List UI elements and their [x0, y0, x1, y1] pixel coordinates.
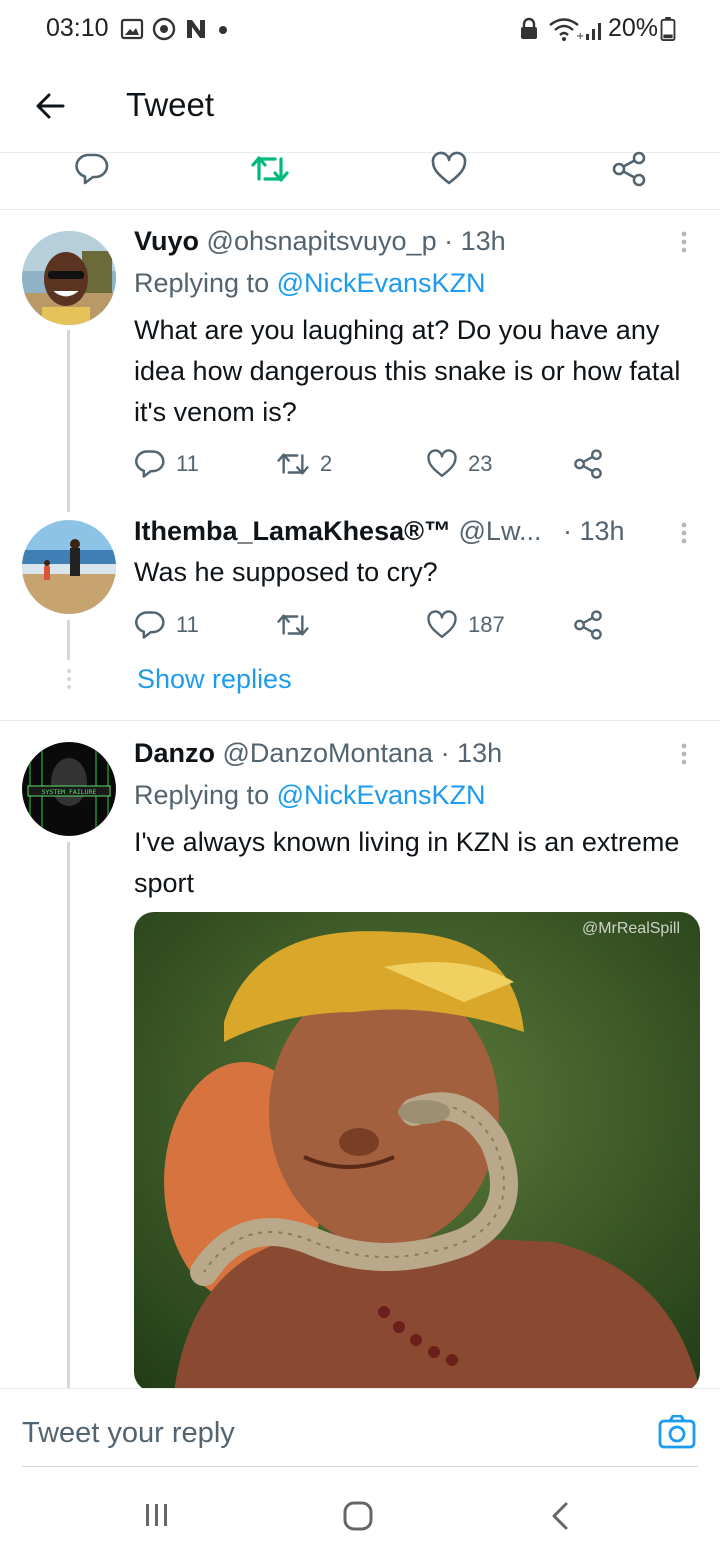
timestamp: · 13h [562, 516, 625, 546]
thread-line [67, 842, 70, 1388]
share-icon [574, 449, 602, 479]
divider [0, 720, 720, 721]
recents-icon[interactable] [142, 1500, 172, 1530]
retweet-icon [277, 614, 309, 636]
display-name[interactable]: Danzo [134, 738, 215, 768]
share-button[interactable] [572, 446, 614, 482]
status-bar: 03:10 + 20% [0, 0, 720, 60]
back-nav-icon[interactable] [548, 1500, 574, 1532]
battery-icon [660, 17, 676, 41]
replying-to-label: Replying to [134, 780, 270, 810]
tweet-actions: 11 2 23 [134, 446, 614, 482]
main-tweet-actions [0, 151, 720, 209]
replying-to: Replying to @NickEvansKZN [134, 268, 486, 299]
like-count: 23 [468, 451, 493, 476]
more-options-icon[interactable] [680, 742, 688, 766]
display-name[interactable]: Ithemba_LamaKhesa®™ [134, 516, 451, 546]
avatar[interactable] [22, 231, 116, 325]
tweet-actions: 11 187 [134, 607, 614, 643]
tweet-header: Ithemba_LamaKhesa®™ @Lw... · 13h [134, 516, 625, 547]
share-icon [574, 610, 602, 640]
divider [0, 209, 720, 210]
n-icon [187, 20, 205, 38]
replying-to-label: Replying to [134, 268, 270, 298]
like-count: 187 [468, 612, 505, 637]
camera-icon[interactable] [658, 1415, 696, 1449]
share-button[interactable] [572, 607, 614, 643]
status-time: 03:10 [46, 14, 109, 42]
like-icon [427, 610, 457, 638]
reply-composer[interactable]: Tweet your reply [0, 1388, 720, 1468]
like-button[interactable]: 187 [426, 607, 505, 643]
display-name[interactable]: Vuyo [134, 226, 199, 256]
svg-text:+: + [576, 31, 584, 41]
share-icon[interactable] [610, 151, 648, 187]
signal-icon [586, 23, 601, 40]
username[interactable]: @Lw... [459, 516, 542, 546]
replying-to-handle[interactable]: @NickEvansKZN [277, 780, 486, 810]
tweet-text: What are you laughing at? Do you have an… [134, 315, 681, 427]
thread-line [67, 330, 70, 512]
lock-icon [521, 17, 537, 39]
avatar[interactable] [22, 520, 116, 614]
more-options-icon[interactable] [680, 230, 688, 254]
reply-count: 11 [176, 612, 199, 637]
thread-dots [67, 669, 71, 689]
reply-button[interactable]: 11 [134, 607, 199, 643]
timestamp: · 13h [440, 738, 503, 768]
reply-button[interactable]: 11 [134, 446, 199, 482]
tweet-text: I've always known living in KZN is an ex… [134, 827, 680, 898]
top-header: Tweet [0, 60, 720, 152]
reply-icon [135, 450, 165, 478]
like-icon [427, 449, 457, 477]
username[interactable]: @DanzoMontana [223, 738, 434, 768]
tweet-header: Danzo @DanzoMontana · 13h [134, 738, 502, 769]
retweet-button[interactable] [276, 607, 320, 643]
avatar-text: SYSTEM FAILURE [42, 788, 97, 796]
thread-line [67, 620, 70, 660]
more-options-icon[interactable] [680, 521, 688, 545]
replying-to: Replying to @NickEvansKZN [134, 780, 486, 811]
battery-percent: 20% [608, 14, 659, 42]
chrome-icon [152, 17, 176, 41]
gallery-icon [120, 18, 144, 40]
tweet-media-image[interactable]: @MrRealSpill [134, 912, 700, 1392]
like-icon[interactable] [430, 151, 468, 187]
system-nav-bar [0, 1470, 720, 1560]
like-button[interactable]: 23 [426, 446, 492, 482]
retweet-icon [277, 453, 309, 475]
reply-count: 11 [176, 451, 199, 476]
wifi-icon: + [549, 18, 584, 41]
avatar[interactable]: SYSTEM FAILURE [22, 742, 116, 836]
retweet-button[interactable]: 2 [276, 446, 332, 482]
replying-to-handle[interactable]: @NickEvansKZN [277, 268, 486, 298]
reply-underline [22, 1466, 698, 1467]
username[interactable]: @ohsnapitsvuyo_p [207, 226, 437, 256]
page-title: Tweet [126, 86, 215, 123]
reply-icon [135, 611, 165, 639]
retweet-icon[interactable] [250, 151, 290, 187]
arrow-left-icon[interactable] [34, 90, 66, 122]
retweet-count: 2 [320, 451, 333, 476]
show-replies-link[interactable]: Show replies [137, 664, 292, 695]
home-icon[interactable] [342, 1500, 374, 1532]
reply-icon[interactable] [74, 151, 110, 187]
dot-icon [219, 26, 227, 34]
tweet-header: Vuyo @ohsnapitsvuyo_p · 13h [134, 226, 506, 257]
timestamp: · 13h [444, 226, 506, 256]
reply-input[interactable]: Tweet your reply [22, 1417, 235, 1450]
media-watermark: @MrRealSpill [581, 920, 680, 937]
tweet-text: Was he supposed to cry? [134, 557, 438, 587]
